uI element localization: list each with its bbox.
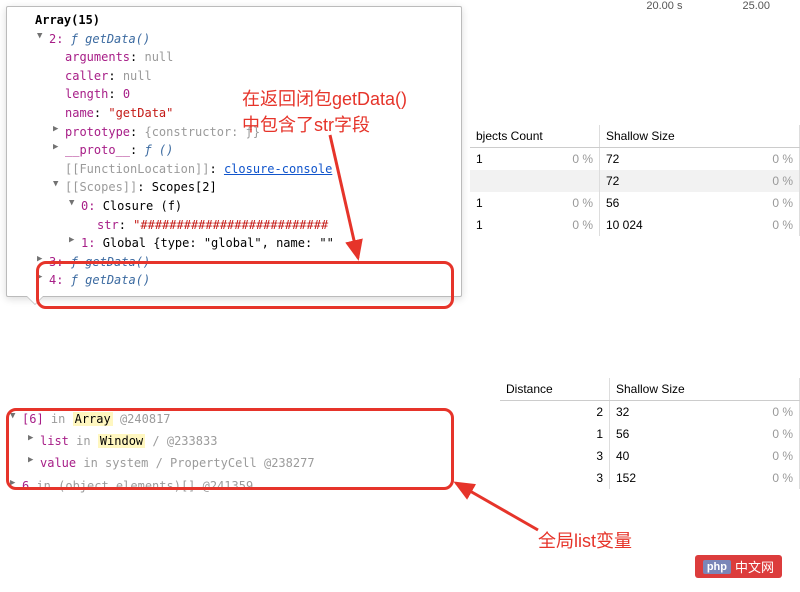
col-distance[interactable]: Distance — [500, 378, 610, 400]
highlight-closure-str — [36, 261, 454, 309]
scope-closure[interactable]: 0: Closure (f) — [11, 197, 457, 216]
annotation-closure: 在返回闭包getData() 中包含了str字段 — [242, 85, 407, 137]
prop-proto[interactable]: __proto__: ƒ () — [11, 141, 457, 160]
summary-table: bjects Count Shallow Size 10 % 720 % 720… — [470, 125, 800, 236]
table-header: bjects Count Shallow Size — [470, 125, 800, 148]
table-header: Distance Shallow Size — [500, 378, 800, 401]
col-objects-count[interactable]: bjects Count — [470, 125, 600, 147]
table-row[interactable]: 3400 % — [500, 445, 800, 467]
timeline-ruler: 20.00 s 25.00 — [646, 0, 800, 20]
col-shallow-size[interactable]: Shallow Size — [600, 125, 800, 147]
table-row[interactable]: 10 % 560 % — [470, 192, 800, 214]
tree-item-2-getdata[interactable]: 2: ƒ getData() — [11, 30, 457, 49]
prop-scopes[interactable]: [[Scopes]]: Scopes[2] — [11, 178, 457, 197]
timeline-tick: 20.00 s — [646, 0, 682, 20]
table-row[interactable]: 2320 % — [500, 401, 800, 423]
highlight-retainers-list — [6, 408, 454, 490]
table-row[interactable]: 10 % 720 % — [470, 148, 800, 170]
retainer-table: Distance Shallow Size 2320 % 1560 % 3400… — [500, 378, 800, 489]
table-row[interactable]: 720 % — [470, 170, 800, 192]
prop-arguments[interactable]: arguments: null — [11, 48, 457, 67]
php-badge: php — [703, 560, 731, 574]
prop-caller[interactable]: caller: null — [11, 67, 457, 86]
scope-global[interactable]: 1: Global {type: "global", name: "" — [11, 234, 457, 253]
col-shallow-size[interactable]: Shallow Size — [610, 378, 800, 400]
scope-closure-str[interactable]: str: "########################## — [11, 216, 457, 235]
timeline-tick: 25.00 — [742, 0, 770, 20]
table-row[interactable]: 1560 % — [500, 423, 800, 445]
prop-function-location[interactable]: [[FunctionLocation]]: closure-console — [11, 160, 457, 179]
array-title[interactable]: Array(15) — [11, 11, 457, 30]
annotation-global-list: 全局list变量 — [538, 527, 632, 553]
object-inspector-popup[interactable]: Array(15) 2: ƒ getData() arguments: null… — [6, 6, 462, 297]
annotation-arrow-closure — [310, 130, 370, 270]
table-row[interactable]: 10 % 10 0240 % — [470, 214, 800, 236]
watermark-logo: php 中文网 — [695, 555, 782, 578]
